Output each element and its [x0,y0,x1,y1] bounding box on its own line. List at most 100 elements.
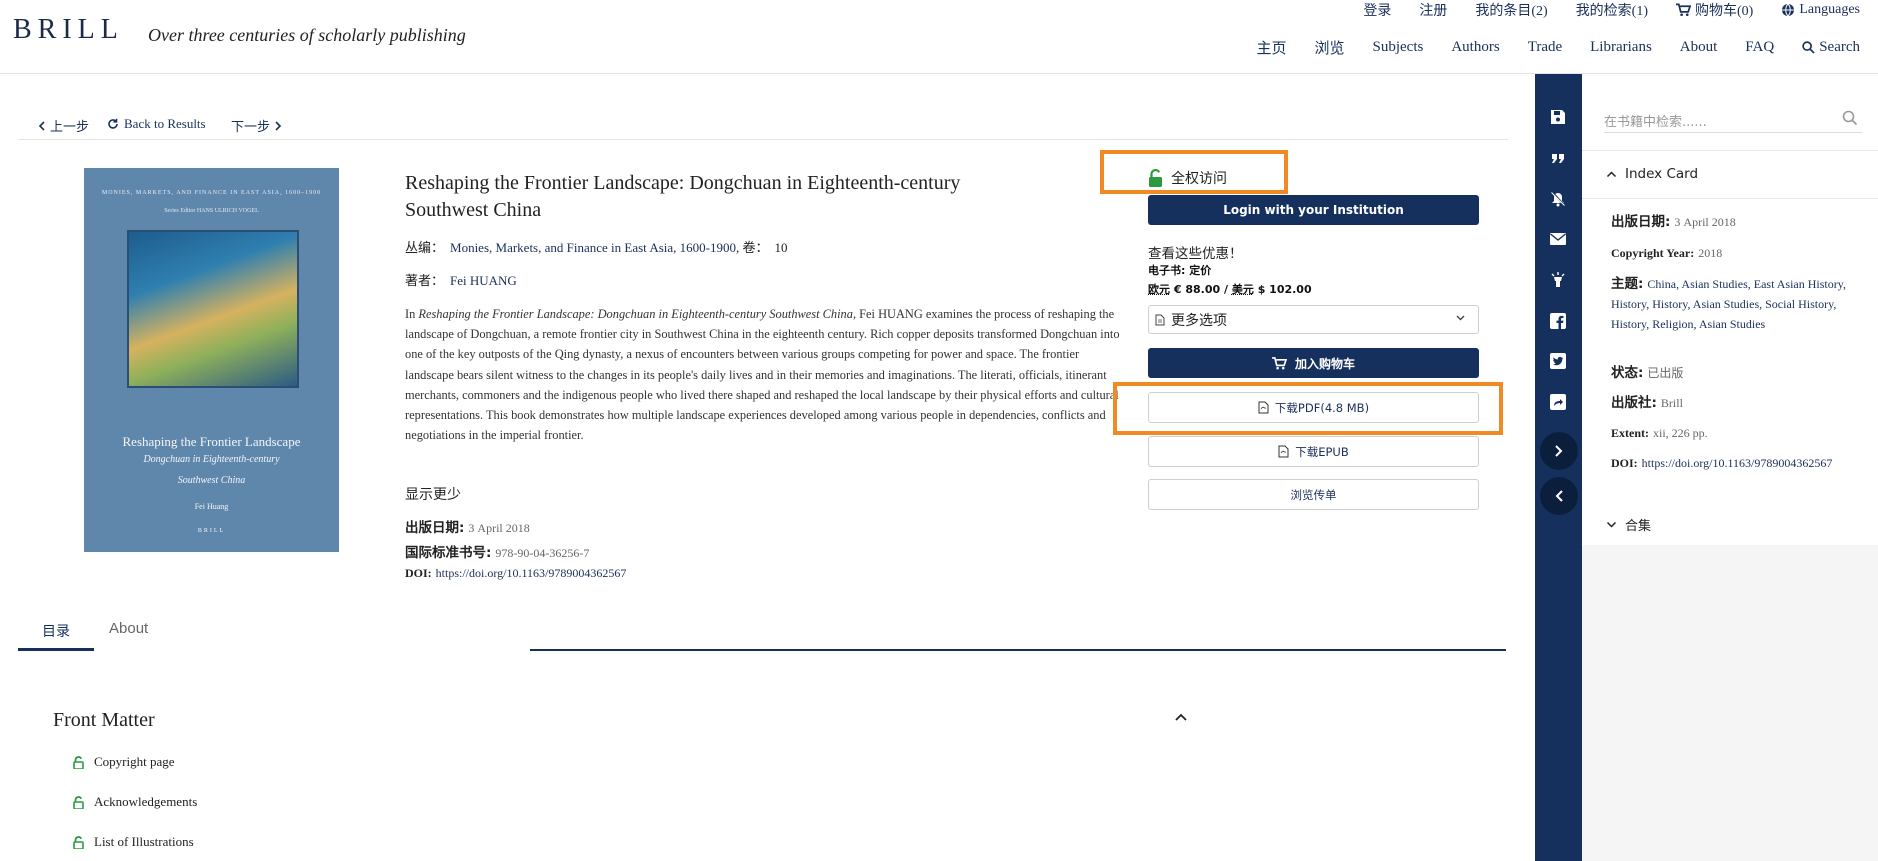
cart-link[interactable]: 购物车(0) [1676,0,1753,20]
nav-librarians[interactable]: Librarians [1590,37,1652,58]
cover-subtitle: Dongchuan in Eighteenth-century [143,454,280,465]
tab-divider [530,649,1506,651]
collapse-sidebar-button[interactable] [1540,477,1578,515]
download-pdf-button[interactable]: 下载PDF(4.8 MB) [1148,392,1479,423]
sidebar-extent-label: Extent: [1611,426,1649,440]
sidebar-publisher-value: Brill [1660,396,1683,410]
search-icon [1802,41,1815,54]
nav-authors[interactable]: Authors [1451,37,1499,58]
volume-value: 10 [774,240,788,255]
nav-about[interactable]: About [1680,37,1718,58]
cart-label: 购物车(0) [1695,4,1754,19]
languages-link[interactable]: Languages [1781,0,1860,20]
twitter-icon[interactable] [1547,350,1569,372]
author-link[interactable]: Fei HUANG [450,273,517,288]
front-matter-item-label: Copyright page [94,754,175,769]
tab-about[interactable]: About [109,620,148,637]
cite-quote-icon[interactable] [1547,147,1569,169]
sidebar-publisher: 出版社: Brill [1611,393,1869,413]
sidebar-subject-links[interactable]: China, Asian Studies, East Asian History… [1611,277,1846,331]
book-search-input[interactable]: 在书籍中检索...... [1604,111,1862,133]
book-sidebar: 在书籍中检索...... Index Card 出版日期: 3 April 201… [1582,74,1878,861]
description-intro: In [405,307,419,321]
pub-date-value: 3 April 2018 [468,521,530,535]
usd-label: 美元 [1231,283,1254,296]
sidebar-copyright-value: 2018 [1698,246,1723,260]
sidebar-doi: DOI: https://doi.org/10.1163/978900436256… [1611,453,1878,473]
nav-browse[interactable]: 浏览 [1314,37,1344,58]
share-icon[interactable] [1547,391,1569,413]
series-label: 丛编： [405,241,445,256]
search-icon[interactable] [1842,110,1858,126]
front-matter-item-label: Acknowledgements [94,794,198,809]
cover-series: MONIES, MARKETS, AND FINANCE IN EAST ASI… [101,190,322,196]
download-epub-button[interactable]: 下载EPUB [1148,436,1479,467]
facebook-icon[interactable] [1547,310,1569,332]
back-label: Back to Results [124,116,206,131]
author-label: 著者： [405,274,445,289]
previous-link[interactable]: 上一步 [38,116,89,135]
main-nav: 主页 浏览 Subjects Authors Trade Librarians … [1256,37,1860,58]
login-label: 登录 [1363,4,1392,19]
chevron-up-icon[interactable] [1174,712,1188,722]
unlocked-icon [1149,169,1162,187]
front-matter-item[interactable]: List of Illustrations [73,834,194,850]
nav-subjects[interactable]: Subjects [1373,37,1424,58]
nav-trade[interactable]: Trade [1528,37,1562,58]
back-to-results-link[interactable]: Back to Results [107,116,206,132]
cover-subtitle-2: Southwest China [177,475,246,486]
my-items-link[interactable]: 我的条目(2) [1475,0,1547,20]
collections-toggle[interactable]: 合集 [1606,515,1651,534]
cart-icon [1272,356,1287,369]
my-searches-link[interactable]: 我的检索(1) [1576,0,1648,20]
browse-flyer-button[interactable]: 浏览传单 [1148,479,1479,510]
nav-faq[interactable]: FAQ [1745,37,1774,58]
front-matter-item[interactable]: Acknowledgements [73,794,197,810]
previous-label: 上一步 [50,119,90,134]
login-link[interactable]: 登录 [1363,0,1391,20]
eur-label: 欧元 [1148,283,1170,296]
sidebar-extent: Extent: xii, 226 pp. [1611,423,1869,443]
languages-label: Languages [1799,2,1860,17]
description-body: , Fei HUANG examines the process of resh… [405,307,1120,443]
description-italic-title: Reshaping the Frontier Landscape: Dongch… [418,307,853,321]
tab-table-of-contents[interactable]: 目录 [18,613,94,651]
isbn-value: 978-90-04-36256-7 [495,546,590,560]
nav-home[interactable]: 主页 [1256,37,1286,58]
highlight-icon[interactable] [1547,269,1569,291]
collections-label: 合集 [1625,519,1652,534]
alert-off-icon[interactable] [1547,188,1569,210]
download-epub-label: 下载EPUB [1295,444,1349,459]
index-card-panel: 在书籍中检索...... Index Card 出版日期: 3 April 201… [1582,74,1878,545]
chevron-down-icon [1456,315,1465,321]
series-line: 丛编： Monies, Markets, and Finance in East … [405,237,788,256]
doi-link[interactable]: https://doi.org/10.1163/9789004362567 [436,566,627,580]
series-link[interactable]: Monies, Markets, and Finance in East Asi… [450,240,736,255]
sidebar-subjects: 主题: China, Asian Studies, East Asian Hist… [1611,274,1869,334]
expand-sidebar-button[interactable] [1540,432,1578,470]
sidebar-copyright: Copyright Year: 2018 [1611,243,1869,263]
add-to-cart-button[interactable]: 加入购物车 [1148,348,1479,378]
save-icon[interactable] [1547,106,1569,128]
chevron-right-icon [275,120,282,131]
book-cover[interactable]: MONIES, MARKETS, AND FINANCE IN EAST ASI… [84,168,339,552]
pub-date-label: 出版日期: [405,520,465,536]
show-less-toggle[interactable]: 显示更少 [405,484,461,504]
refresh-icon [108,118,118,129]
brill-logo[interactable]: BRILL [13,14,124,46]
index-card-toggle[interactable]: Index Card [1606,166,1698,182]
institution-login-button[interactable]: Login with your Institution [1148,195,1479,225]
sidebar-status: 状态: 已出版 [1611,363,1869,383]
sidebar-doi-link[interactable]: https://doi.org/10.1163/9789004362567 [1642,456,1833,470]
next-link[interactable]: 下一步 [231,116,282,135]
sidebar-pub-date-value: 3 April 2018 [1674,215,1736,229]
register-link[interactable]: 注册 [1419,0,1447,20]
chevron-up-icon [1606,171,1617,178]
front-matter-item[interactable]: Copyright page [73,754,175,770]
nav-search[interactable]: Search [1802,37,1860,58]
more-options-select[interactable]: 更多选项 [1148,305,1479,334]
result-navigation: 上一步 Back to Results 下一步 [18,108,1508,140]
ebook-price-label: 电子书: 定价 [1148,264,1212,277]
sidebar-status-value: 已出版 [1647,366,1684,380]
email-icon[interactable] [1547,228,1569,250]
